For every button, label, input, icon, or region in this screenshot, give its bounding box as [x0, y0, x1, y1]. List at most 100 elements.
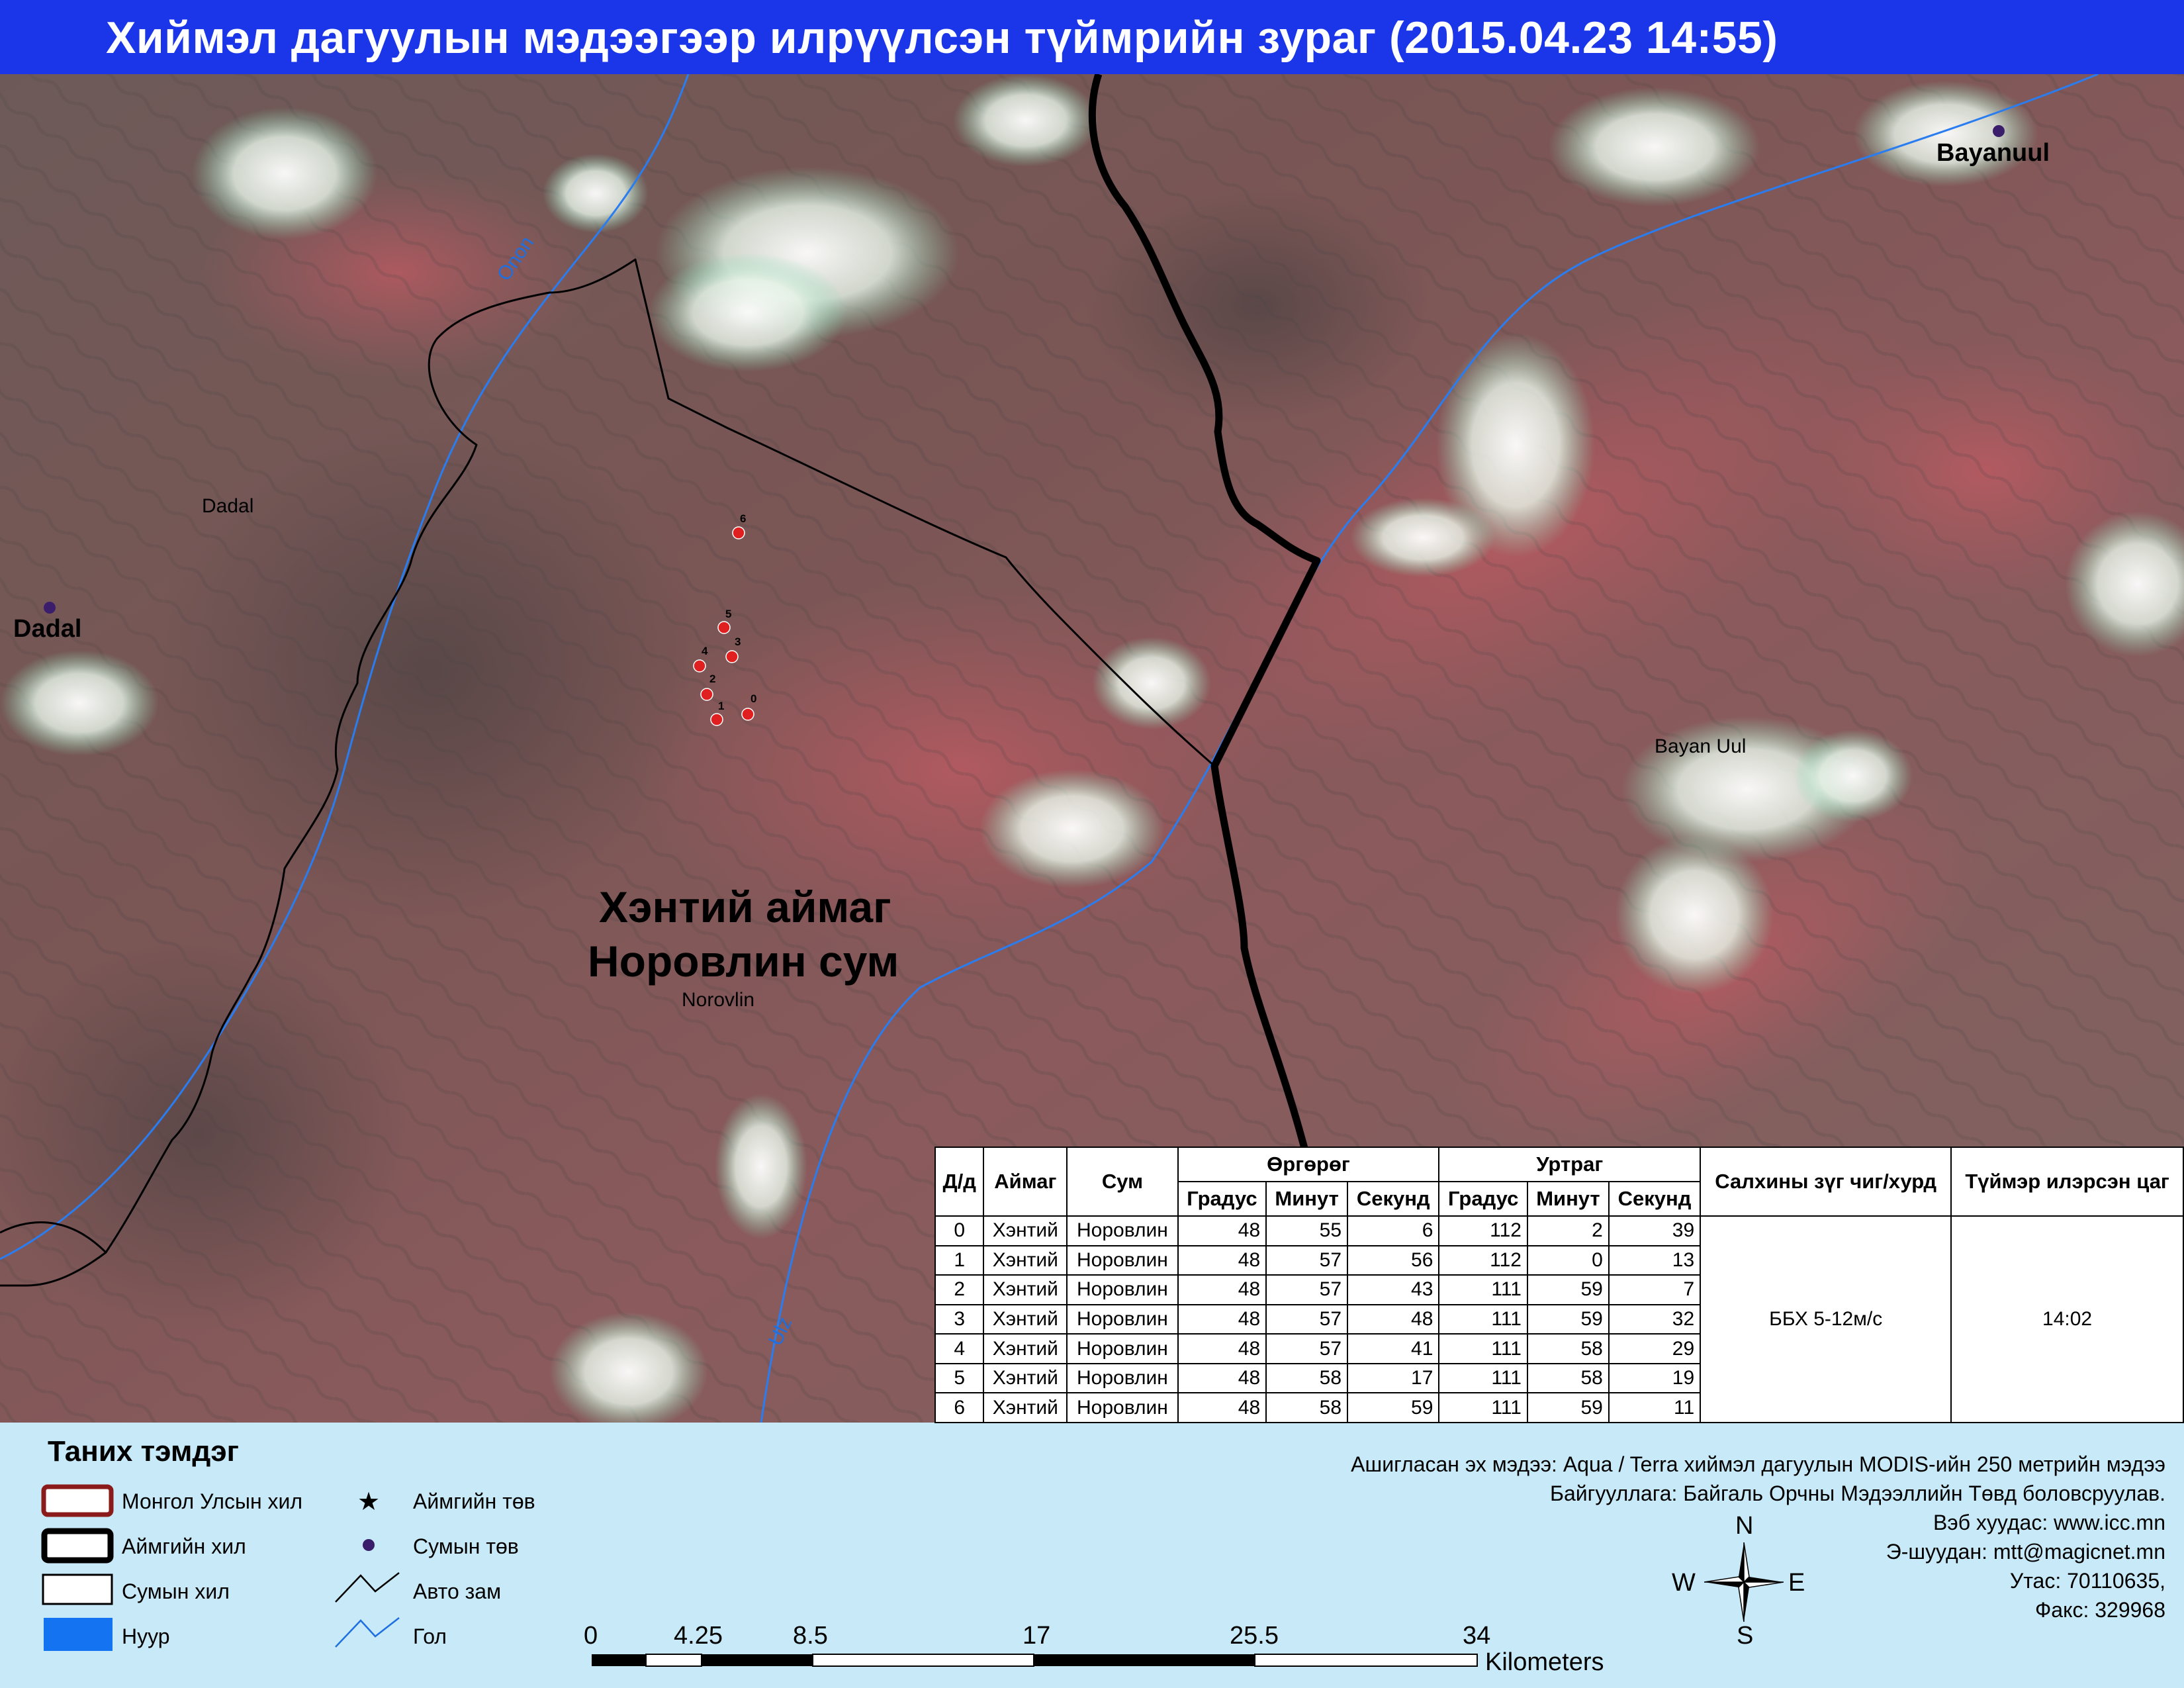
fire-point-label: 6 — [740, 512, 747, 525]
cell-sum: Норовлин — [1066, 1392, 1179, 1423]
fire-point-label: 1 — [718, 700, 725, 712]
cell-sum: Норовлин — [1066, 1333, 1179, 1364]
fire-point-label: 5 — [725, 608, 732, 620]
col-lon-min: Минут — [1526, 1181, 1610, 1217]
cell-lat-min: 57 — [1265, 1244, 1349, 1276]
cell-sum: Норовлин — [1066, 1362, 1179, 1394]
cell-lat-deg: 48 — [1177, 1244, 1267, 1276]
sum-center-bayanuul[interactable] — [1993, 125, 2005, 137]
cell-lon-deg: 111 — [1438, 1362, 1528, 1394]
aoi-label-aimag: Хэнтий аймаг — [599, 882, 891, 931]
legend-aimag-border: Аймгийн хил — [122, 1534, 246, 1558]
place-label-norovlin: Norovlin — [682, 989, 755, 1011]
credit-website[interactable]: Вэб хуудас: www.icc.mn — [1351, 1508, 2165, 1537]
legend-lake: Нуур — [122, 1624, 170, 1648]
road-icon — [335, 1572, 400, 1603]
legend-river: Гол — [413, 1624, 447, 1648]
col-lon-deg: Градус — [1438, 1181, 1528, 1217]
sum-center-dadal[interactable] — [44, 602, 56, 614]
credit-fax: Факс: 329968 — [2034, 1598, 2165, 1622]
legend-aimag-center: Аймгийн төв — [413, 1489, 535, 1513]
col-lon-sec: Секунд — [1608, 1181, 1702, 1217]
fire-point-label: 4 — [702, 645, 708, 657]
cell-lon-min: 58 — [1526, 1333, 1610, 1364]
col-aimag: Аймаг — [983, 1147, 1068, 1217]
cell-lon-deg: 112 — [1438, 1244, 1528, 1276]
scale-bar — [592, 1654, 1478, 1667]
table-row: 0 Хэнтий Норовлин 48 55 6 112 2 39 ББХ 5… — [934, 1215, 2184, 1423]
cell-lat-min: 57 — [1265, 1333, 1349, 1364]
cell-lon-sec: 13 — [1608, 1244, 1702, 1276]
cell-lat-deg: 48 — [1177, 1333, 1267, 1364]
cell-lon-min: 59 — [1526, 1392, 1610, 1423]
scale-tick-3: 17 — [1023, 1622, 1051, 1650]
scale-tick-1: 4.25 — [674, 1622, 723, 1650]
scale-tick-5: 34 — [1463, 1622, 1491, 1650]
cell-lon-min: 59 — [1526, 1274, 1610, 1305]
cell-lat-deg: 48 — [1177, 1274, 1267, 1305]
col-lon: Уртраг — [1438, 1147, 1702, 1182]
cell-id: 3 — [934, 1303, 985, 1335]
legend-national-border: Монгол Улсын хил — [122, 1489, 303, 1513]
cell-lon-sec: 32 — [1608, 1303, 1702, 1335]
cell-lon-sec: 7 — [1608, 1274, 1702, 1305]
legend-panel: Таних тэмдэг Монгол Улсын хил Аймгийн хи… — [0, 1423, 2184, 1688]
cell-id: 5 — [934, 1362, 985, 1394]
cell-lon-sec: 11 — [1608, 1392, 1702, 1423]
credits: Ашигласан эх мэдээ: Aqua / Terra хиймэл … — [1351, 1450, 2165, 1624]
cell-aimag: Хэнтий — [983, 1333, 1068, 1364]
col-lat: Өргөрөг — [1177, 1147, 1440, 1182]
legend-road: Авто зам — [413, 1579, 502, 1603]
fire-table: Д/д Аймаг Сум Өргөрөг Уртраг Салхины зүг… — [934, 1147, 2184, 1423]
scale-tick-4: 25.5 — [1230, 1622, 1279, 1650]
place-label-dadal-small: Dadal — [202, 495, 254, 517]
cell-lat-deg: 48 — [1177, 1215, 1267, 1246]
cell-lat-sec: 59 — [1347, 1392, 1440, 1423]
cell-lon-min: 59 — [1526, 1303, 1610, 1335]
fire-point-2[interactable] — [700, 688, 713, 701]
map-title: Хиймэл дагуулын мэдээгээр илрүүлсэн түйм… — [106, 13, 1778, 63]
cell-sum: Норовлин — [1066, 1303, 1179, 1335]
cell-aimag: Хэнтий — [983, 1215, 1068, 1246]
col-lat-deg: Градус — [1177, 1181, 1267, 1217]
cell-wind: ББХ 5-12м/с — [1700, 1215, 1952, 1423]
national-border-symbol — [41, 1484, 114, 1517]
credit-phone: Утас: 70110635, — [2009, 1569, 2165, 1593]
cell-lat-min: 58 — [1265, 1362, 1349, 1394]
col-time: Түймэр илэрсэн цаг — [1950, 1147, 2184, 1217]
fire-point-3[interactable] — [725, 650, 739, 663]
cell-aimag: Хэнтий — [983, 1392, 1068, 1423]
fire-table-panel: Д/д Аймаг Сум Өргөрөг Уртраг Салхины зүг… — [934, 1147, 2184, 1423]
fire-point-label: 3 — [735, 635, 741, 648]
fire-point-5[interactable] — [717, 621, 731, 634]
fire-point-6[interactable] — [732, 526, 745, 539]
star-icon: ★ — [357, 1488, 381, 1516]
place-label-bayan-uul: Bayan Uul — [1655, 735, 1747, 757]
credit-email[interactable]: Э-шуудан: mtt@magicnet.mn — [1351, 1537, 2165, 1566]
cell-lon-sec: 19 — [1608, 1362, 1702, 1394]
fire-point-0[interactable] — [741, 708, 754, 721]
fire-point-4[interactable] — [693, 659, 706, 673]
credit-source: Ашигласан эх мэдээ: Aqua / Terra хиймэл … — [1351, 1452, 2165, 1476]
cell-sum: Норовлин — [1066, 1215, 1179, 1246]
title-bar: Хиймэл дагуулын мэдээгээр илрүүлсэн түйм… — [0, 0, 2184, 74]
cell-lat-sec: 56 — [1347, 1244, 1440, 1276]
legend-sum-center: Сумын төв — [413, 1534, 519, 1558]
cell-lat-min: 57 — [1265, 1274, 1349, 1305]
place-label-bayanuul-center: Bayanuul — [1936, 139, 2050, 167]
river-icon — [335, 1617, 400, 1648]
fire-point-1[interactable] — [710, 713, 723, 726]
cell-lon-deg: 112 — [1438, 1215, 1528, 1246]
legend-sum-border: Сумын хил — [122, 1579, 230, 1603]
scale-tick-2: 8.5 — [793, 1622, 828, 1650]
legend-title: Таних тэмдэг — [48, 1435, 239, 1468]
cell-time: 14:02 — [1950, 1215, 2184, 1423]
cell-id: 1 — [934, 1244, 985, 1276]
cell-lon-min: 0 — [1526, 1244, 1610, 1276]
cell-lon-min: 2 — [1526, 1215, 1610, 1246]
cell-lat-min: 55 — [1265, 1215, 1349, 1246]
scale-tick-0: 0 — [584, 1622, 598, 1650]
cell-lat-min: 58 — [1265, 1392, 1349, 1423]
aimag-border-symbol — [41, 1528, 114, 1564]
cell-lat-sec: 17 — [1347, 1362, 1440, 1394]
